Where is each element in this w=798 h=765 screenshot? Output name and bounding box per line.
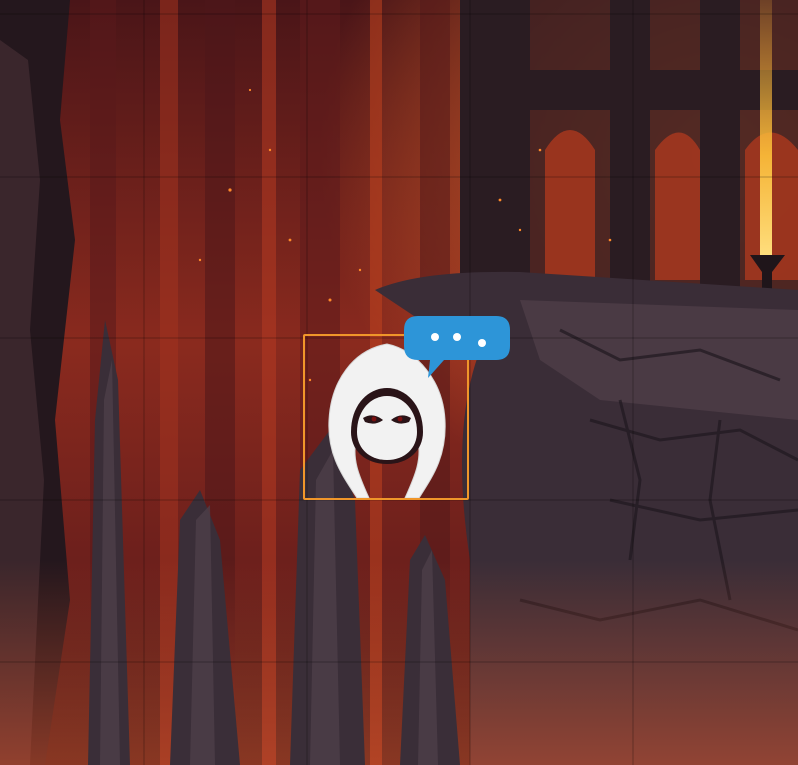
typing-status-bubble[interactable] [404, 316, 510, 388]
game-stage[interactable] [0, 0, 798, 765]
typing-indicator-icon [404, 316, 510, 378]
